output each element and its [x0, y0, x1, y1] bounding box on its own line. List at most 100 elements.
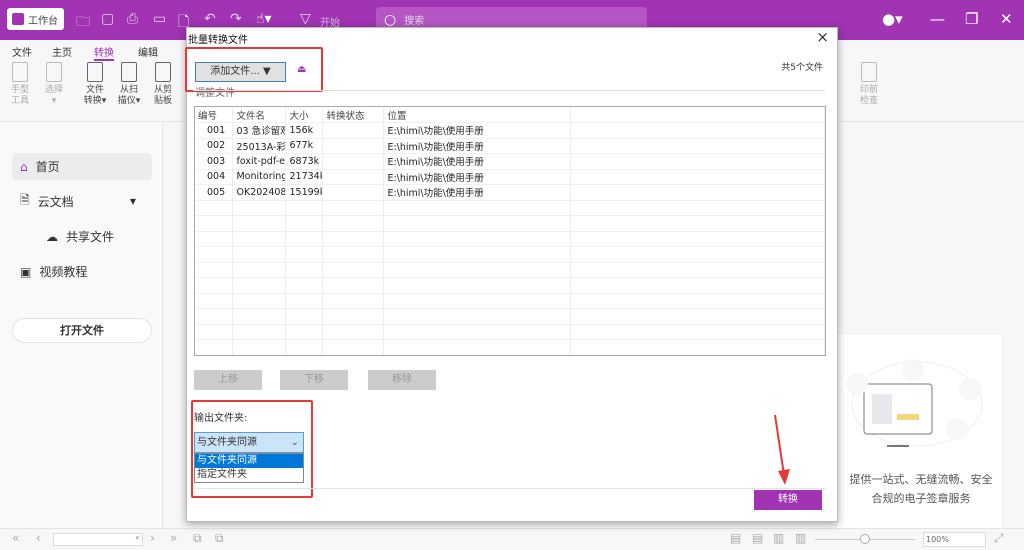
- fullscreen-icon[interactable]: ⤢: [994, 531, 1004, 546]
- print-icon[interactable]: ⎙: [127, 11, 138, 27]
- open-folder-icon[interactable]: 🗀: [76, 11, 90, 35]
- table-cell: 001: [195, 122, 234, 139]
- remove-button[interactable]: 移除: [368, 370, 436, 390]
- table-cell: [195, 293, 234, 309]
- table-cell: E:\himi\功能\使用手册: [383, 169, 572, 185]
- selected-value: 与文件夹同源: [197, 437, 257, 448]
- column-header[interactable]: [570, 107, 825, 123]
- first-page-icon[interactable]: «: [12, 531, 19, 545]
- table-cell: [322, 169, 385, 185]
- zoom-select[interactable]: 100%: [923, 532, 986, 547]
- table-cell: [383, 277, 572, 294]
- column-header[interactable]: 位置: [383, 107, 572, 123]
- option-specify-folder[interactable]: 指定文件夹: [195, 468, 303, 482]
- hand-tool-button[interactable]: 手型 工具: [7, 62, 33, 107]
- sidebar-item-home[interactable]: ⌂ 首页: [12, 153, 152, 180]
- customize-icon[interactable]: ▽: [300, 11, 311, 27]
- user-avatar-icon[interactable]: ●▾: [882, 10, 903, 28]
- scanner-icon: [121, 62, 137, 82]
- document-icon: 🗎: [20, 193, 30, 207]
- adjust-files-label: 调整文件: [195, 88, 235, 99]
- close-icon[interactable]: ✕: [1000, 10, 1013, 28]
- two-page-continuous-icon[interactable]: ▥: [795, 531, 806, 545]
- preflight-button[interactable]: 印前 检查: [856, 62, 882, 107]
- next-page-icon[interactable]: ›: [150, 531, 155, 545]
- from-clipboard-button[interactable]: 从剪 贴板: [150, 62, 176, 107]
- output-folder-select[interactable]: 与文件夹同源 ⌄: [194, 432, 304, 453]
- sidebar-item-shared-files[interactable]: ☁ 共享文件: [38, 223, 152, 250]
- table-cell: 03 急诊留观: [232, 122, 287, 139]
- preflight-icon: [861, 62, 877, 82]
- annotation-arrow: [774, 414, 790, 485]
- sidebar-item-cloud-docs[interactable]: 🗎 云文档 ▼: [12, 188, 152, 215]
- two-page-icon[interactable]: ▥: [773, 531, 784, 545]
- table-row[interactable]: 002 25013A-彩 677k E:\himi\功能\使用手册: [195, 138, 825, 154]
- table-row[interactable]: 001 03 急诊留观 156k E:\himi\功能\使用手册: [195, 122, 825, 139]
- clear-icon[interactable]: ⏏: [297, 64, 306, 75]
- minimize-icon[interactable]: —: [930, 10, 945, 28]
- last-page-icon[interactable]: »: [170, 531, 177, 545]
- select-icon: [46, 62, 62, 82]
- table-row: [195, 231, 825, 247]
- status-bar: « ‹ ▾ › » ⧉ ⧉ ▤ ▤ ▥ ▥ 100% ⤢: [0, 528, 1024, 550]
- menu-home[interactable]: 主页: [52, 44, 72, 59]
- table-cell: [570, 122, 825, 139]
- column-header[interactable]: 编号: [195, 107, 234, 123]
- prev-page-icon[interactable]: ‹: [36, 531, 41, 545]
- file-icon: [87, 62, 103, 82]
- table-cell: [383, 262, 572, 278]
- redo-icon[interactable]: ↷: [230, 11, 242, 27]
- column-header[interactable]: 转换状态: [322, 107, 385, 123]
- add-files-button[interactable]: 添加文件... ▼: [195, 62, 286, 82]
- workbench-button[interactable]: 工作台: [7, 8, 64, 30]
- close-icon[interactable]: ×: [816, 28, 829, 46]
- table-cell: [195, 262, 234, 278]
- table-row[interactable]: 003 foxit-pdf-ed 6873k E:\himi\功能\使用手册: [195, 153, 825, 170]
- restore-icon[interactable]: ❐: [965, 10, 978, 28]
- continuous-page-icon[interactable]: ▤: [752, 531, 763, 545]
- menu-edit[interactable]: 编辑: [138, 44, 158, 59]
- table-row: [195, 277, 825, 294]
- home-icon: ⌂: [20, 159, 28, 174]
- insert-page-icon[interactable]: ⧉: [193, 531, 202, 546]
- hand-tool-icon[interactable]: ☝▾: [256, 11, 272, 27]
- table-cell: [570, 246, 825, 263]
- zoom-slider-handle[interactable]: [860, 534, 870, 544]
- table-row[interactable]: 004 Monitoring 21734k E:\himi\功能\使用手册: [195, 169, 825, 185]
- menu-convert[interactable]: 转换: [94, 44, 114, 61]
- column-header[interactable]: 文件名: [232, 107, 287, 123]
- extract-page-icon[interactable]: ⧉: [215, 531, 224, 546]
- table-cell: foxit-pdf-ed: [232, 153, 287, 170]
- clipboard-icon: [155, 62, 171, 82]
- sidebar-item-video-tutorials[interactable]: ▣ 视频教程: [12, 258, 152, 285]
- from-scanner-button[interactable]: 从扫 描仪▾: [116, 62, 142, 107]
- table-row[interactable]: 005OK202408 E15199k E:\himi\功能\使用手册: [195, 184, 825, 201]
- file-convert-label: 文件 转换▾: [83, 85, 107, 106]
- convert-button[interactable]: 转换: [754, 490, 822, 510]
- single-page-icon[interactable]: ▤: [730, 531, 741, 545]
- column-header[interactable]: 大小: [285, 107, 324, 123]
- table-cell: [195, 246, 234, 263]
- table-cell: [570, 169, 825, 185]
- export-icon[interactable]: ▭: [153, 11, 166, 27]
- page-number-input[interactable]: ▾: [53, 533, 143, 546]
- table-cell: [232, 339, 287, 355]
- table-cell: [570, 308, 825, 325]
- file-convert-button[interactable]: 文件 转换▾: [82, 62, 108, 107]
- select-button[interactable]: 选择 ▾: [41, 62, 67, 107]
- table-cell: [232, 246, 287, 263]
- table-cell: 002: [195, 138, 234, 154]
- table-row: [195, 339, 825, 355]
- open-file-button[interactable]: 打开文件: [12, 318, 152, 343]
- table-cell: [232, 293, 287, 309]
- table-cell: [383, 324, 572, 340]
- table-cell: [322, 293, 385, 309]
- table-cell: 677k: [285, 138, 324, 154]
- option-same-as-source[interactable]: 与文件夹同源: [195, 454, 303, 468]
- save-icon[interactable]: ▢: [101, 11, 114, 27]
- menu-file[interactable]: 文件: [12, 44, 32, 59]
- table-cell: [383, 200, 572, 216]
- move-down-button[interactable]: 下移: [280, 370, 348, 390]
- move-up-button[interactable]: 上移: [194, 370, 262, 390]
- undo-icon[interactable]: ↶: [204, 11, 216, 27]
